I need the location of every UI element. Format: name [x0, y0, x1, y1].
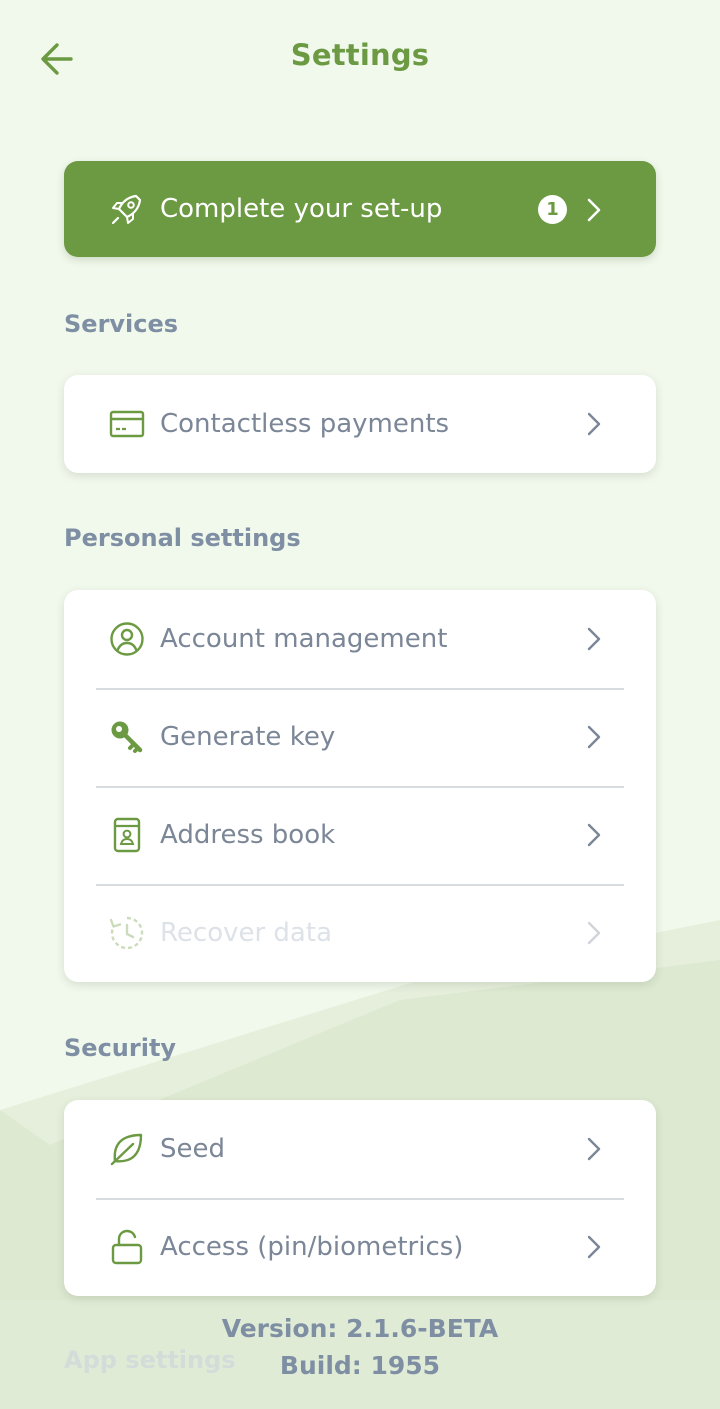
header: Settings — [0, 0, 720, 115]
chevron-right-icon — [587, 198, 601, 222]
chevron-right-icon — [587, 1137, 601, 1161]
rocket-icon — [111, 194, 142, 225]
version-info: Version: 2.1.6-BETA Build: 1955 — [0, 1310, 720, 1384]
settings-item-account-management[interactable]: Account management — [64, 590, 656, 688]
address-book-icon — [113, 817, 141, 853]
section-title-services: Services — [64, 310, 179, 338]
settings-item-contactless-payments[interactable]: Contactless payments — [64, 375, 656, 473]
settings-item-address-book[interactable]: Address book — [64, 786, 656, 884]
item-label: Recover data — [160, 918, 332, 948]
chevron-right-icon — [587, 627, 601, 651]
item-label: Access (pin/biometrics) — [160, 1232, 464, 1262]
chevron-right-icon — [587, 823, 601, 847]
complete-setup-button[interactable]: Complete your set-up 1 — [64, 161, 656, 257]
chevron-right-icon — [587, 725, 601, 749]
item-label: Address book — [160, 820, 336, 850]
user-circle-icon — [110, 622, 144, 656]
section-title-personal-settings: Personal settings — [64, 524, 301, 552]
page-title: Settings — [290, 38, 430, 72]
chevron-right-icon — [587, 412, 601, 436]
security-card: Seed Access (pin/biometrics) — [64, 1100, 656, 1296]
leaf-icon — [110, 1133, 143, 1166]
lock-icon — [111, 1229, 143, 1265]
version-text: Version: 2.1.6-BETA — [221, 1314, 499, 1343]
history-icon — [109, 916, 144, 950]
item-label: Seed — [160, 1134, 225, 1164]
section-title-security: Security — [64, 1034, 177, 1062]
item-label: Account management — [160, 624, 448, 654]
build-text: Build: 1955 — [279, 1351, 441, 1380]
settings-item-recover-data: Recover data — [64, 884, 656, 982]
item-label: Contactless payments — [160, 409, 450, 439]
services-card: Contactless payments — [64, 375, 656, 473]
setup-label: Complete your set-up — [160, 194, 443, 224]
chevron-right-icon — [587, 921, 601, 945]
key-icon — [111, 721, 143, 753]
personal-settings-card: Account management Generate key Address … — [64, 590, 656, 982]
settings-item-generate-key[interactable]: Generate key — [64, 688, 656, 786]
settings-item-seed[interactable]: Seed — [64, 1100, 656, 1198]
chevron-right-icon — [587, 1235, 601, 1259]
credit-card-icon — [109, 410, 145, 438]
settings-item-access[interactable]: Access (pin/biometrics) — [64, 1198, 656, 1296]
setup-count-badge: 1 — [538, 195, 567, 224]
item-label: Generate key — [160, 722, 336, 752]
